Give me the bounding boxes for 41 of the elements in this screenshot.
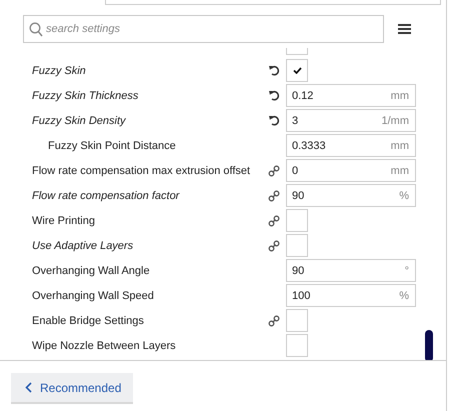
number-field[interactable]: 100 % bbox=[286, 284, 416, 307]
link-icon[interactable] bbox=[268, 314, 280, 326]
setting-label: Fuzzy Skin Thickness bbox=[31, 90, 140, 102]
setting-label: Overhanging Wall Speed bbox=[31, 290, 155, 302]
recommended-button[interactable]: Recommended bbox=[11, 373, 134, 404]
reset-icon[interactable] bbox=[268, 115, 280, 126]
number-field[interactable]: 90 ° bbox=[286, 259, 416, 282]
number-field[interactable]: 0.12 mm bbox=[286, 84, 416, 107]
setting-label: Enable Bridge Settings bbox=[31, 314, 145, 326]
setting-label: Flow rate compensation max extrusion offset bbox=[31, 164, 252, 176]
setting-label: Fuzzy Skin Density bbox=[31, 114, 127, 126]
check-icon bbox=[292, 67, 302, 74]
checkbox[interactable] bbox=[286, 209, 308, 232]
setting-label: Wire Printing bbox=[31, 214, 96, 226]
setting-label: Use Adaptive Layers bbox=[31, 240, 134, 252]
link-icon[interactable] bbox=[268, 214, 280, 226]
number-field[interactable]: 0 mm bbox=[286, 159, 416, 182]
checkbox[interactable] bbox=[286, 234, 308, 257]
checkbox[interactable] bbox=[286, 59, 308, 82]
setting-label: Fuzzy Skin bbox=[31, 64, 87, 76]
menu-icon[interactable] bbox=[398, 23, 412, 35]
chevron-left-icon bbox=[25, 382, 32, 393]
setting-label: Overhanging Wall Angle bbox=[31, 264, 151, 276]
setting-label: Wipe Nozzle Between Layers bbox=[31, 340, 177, 352]
number-field[interactable]: 90 % bbox=[286, 184, 416, 207]
input-field[interactable] bbox=[105, 0, 441, 5]
link-icon[interactable] bbox=[268, 164, 280, 176]
link-icon[interactable] bbox=[268, 240, 280, 252]
scrollbar-thumb[interactable] bbox=[425, 330, 433, 360]
checkbox[interactable] bbox=[286, 309, 308, 332]
checkbox[interactable] bbox=[286, 48, 308, 55]
link-icon[interactable] bbox=[268, 190, 280, 202]
number-field[interactable]: 0.3333 mm bbox=[286, 134, 416, 157]
setting-label: Fuzzy Skin Point Distance bbox=[47, 140, 177, 152]
setting-label: Flow rate compensation factor bbox=[31, 190, 181, 202]
checkbox[interactable] bbox=[286, 334, 308, 357]
reset-icon[interactable] bbox=[268, 90, 280, 101]
number-field[interactable]: 3 1/mm bbox=[286, 109, 416, 132]
search-icon bbox=[29, 22, 43, 37]
search-field[interactable]: search settings bbox=[23, 15, 384, 43]
reset-icon[interactable] bbox=[268, 65, 280, 76]
